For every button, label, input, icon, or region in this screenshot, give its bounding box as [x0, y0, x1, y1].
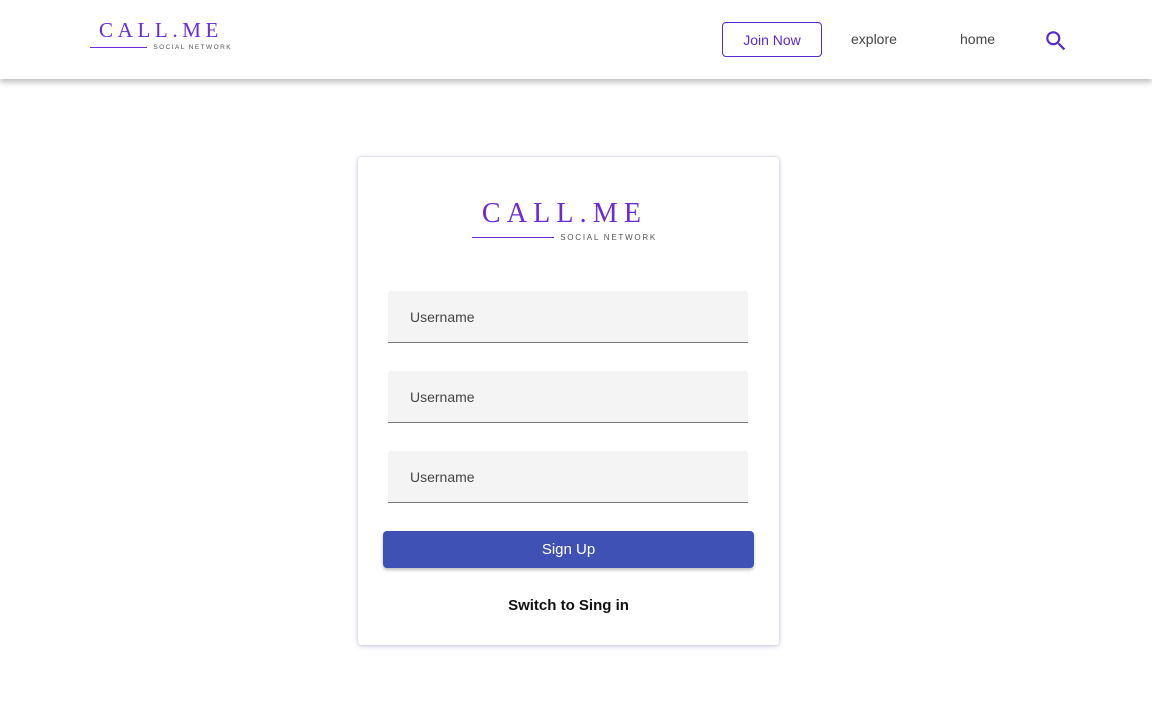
card-logo-tagline: SOCIAL NETWORK: [560, 233, 657, 242]
sign-up-button[interactable]: Sign Up: [383, 531, 754, 568]
switch-to-sign-in-link[interactable]: Switch to Sing in: [358, 597, 779, 614]
brand-logo-tagline-row: SOCIAL NETWORK: [90, 44, 232, 51]
search-button[interactable]: [1043, 28, 1069, 54]
card-logo: CALL.ME SOCIAL NETWORK: [472, 200, 657, 242]
signup-card: CALL.ME SOCIAL NETWORK Sign Up Switch to…: [358, 157, 779, 645]
brand-logo-tagline: SOCIAL NETWORK: [153, 44, 232, 51]
username-field-2[interactable]: [388, 371, 748, 423]
brand-logo-wordmark: CALL.ME: [99, 18, 223, 42]
search-icon: [1046, 31, 1066, 51]
nav-link-explore[interactable]: explore: [851, 31, 897, 47]
username-field-1[interactable]: [388, 291, 748, 343]
username-field-3[interactable]: [388, 451, 748, 503]
card-logo-tagline-row: SOCIAL NETWORK: [472, 233, 657, 242]
join-now-button[interactable]: Join Now: [722, 22, 822, 57]
top-navbar: CALL.ME SOCIAL NETWORK Join Now explore …: [0, 0, 1152, 79]
card-logo-wordmark: CALL.ME: [481, 198, 648, 229]
brand-logo[interactable]: CALL.ME SOCIAL NETWORK: [90, 20, 232, 51]
logo-rule: [90, 47, 148, 48]
logo-rule: [472, 237, 555, 238]
nav-link-home[interactable]: home: [960, 31, 995, 47]
